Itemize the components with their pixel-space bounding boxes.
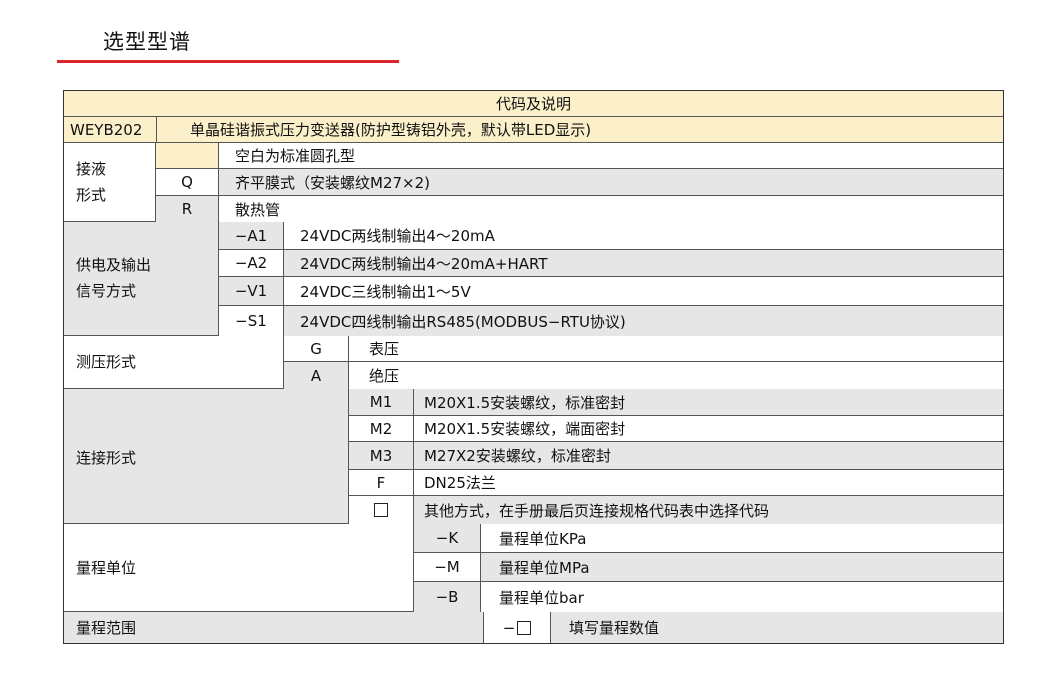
group-label-cell: 测压形式: [64, 336, 284, 388]
option-code: −A1: [219, 222, 283, 249]
group-wetted-type: 接液 形式 空白为标准圆孔型 Q 齐平膜式（安装螺纹M27×2) R 散热管: [64, 143, 1003, 222]
option-row: −V1 24VDC三线制输出1～5V: [219, 277, 1003, 306]
page-title: 选型型谱: [103, 30, 191, 54]
option-code: Q: [156, 169, 218, 195]
group-label-line: 供电及输出: [76, 256, 152, 274]
option-row: −S1 24VDC四线制输出RS485(MODBUS−RTU协议): [219, 306, 1003, 336]
group-connection-type: 连接形式 M1 M20X1.5安装螺纹，标准密封 M2 M20X1.5安装螺纹，…: [64, 389, 1003, 524]
group-label-line: 量程范围: [76, 619, 137, 637]
option-desc: 表压: [349, 336, 1003, 361]
group-pressure-type: 测压形式 G 表压 A 绝压: [64, 336, 1003, 389]
option-desc: 空白为标准圆孔型: [219, 143, 1003, 168]
option-code: −M: [414, 553, 480, 581]
option-code: R: [156, 196, 218, 222]
option-row: R 散热管: [156, 196, 1003, 222]
option-desc: 散热管: [219, 196, 1003, 222]
option-code: −V1: [219, 277, 283, 305]
option-desc: M20X1.5安装螺纹，标准密封: [414, 389, 1003, 415]
model-code: WEYB202: [70, 120, 143, 139]
option-row: F DN25法兰: [349, 470, 1003, 496]
option-code: A: [284, 362, 348, 389]
option-code: −B: [414, 582, 480, 612]
option-desc: 其他方式，在手册最后页连接规格代码表中选择代码: [414, 496, 1003, 524]
group-label-cell: 量程单位: [64, 524, 414, 611]
title-underline: [57, 60, 399, 63]
option-code: F: [349, 470, 413, 495]
group-label-cell: 供电及输出 信号方式: [64, 222, 219, 335]
option-desc: 填写量程数值: [551, 612, 1003, 643]
option-desc: M20X1.5安装螺纹，端面密封: [414, 416, 1003, 441]
group-label-line: 测压形式: [76, 353, 137, 371]
option-row: −M 量程单位MPa: [414, 553, 1003, 582]
option-row: M3 M27X2安装螺纹，标准密封: [349, 442, 1003, 470]
selection-code-table: 代码及说明 WEYB202 单晶硅谐振式压力变送器(防护型铸铝外壳，默认带LED…: [63, 90, 1004, 644]
table-header-row: 代码及说明: [64, 91, 1003, 117]
option-desc: 24VDC四线制输出RS485(MODBUS−RTU协议): [284, 306, 1003, 336]
option-code: −K: [414, 524, 480, 552]
group-range-unit: 量程单位 −K 量程单位KPa −M 量程单位MPa −B 量程单位bar: [64, 524, 1003, 612]
option-code: M2: [349, 416, 413, 441]
option-row: 空白为标准圆孔型: [156, 143, 1003, 169]
option-row: 其他方式，在手册最后页连接规格代码表中选择代码: [349, 496, 1003, 524]
option-desc: 齐平膜式（安装螺纹M27×2): [219, 169, 1003, 195]
group-label-line: 连接形式: [76, 449, 137, 467]
group-label-line: 量程单位: [76, 559, 137, 577]
group-power-output: 供电及输出 信号方式 −A1 24VDC两线制输出4～20mA −A2 24VD…: [64, 222, 1003, 336]
option-row: −A1 24VDC两线制输出4～20mA: [219, 222, 1003, 250]
option-row: −K 量程单位KPa: [414, 524, 1003, 553]
option-desc: DN25法兰: [414, 470, 1003, 495]
option-row: −A2 24VDC两线制输出4～20mA+HART: [219, 250, 1003, 277]
option-desc: M27X2安装螺纹，标准密封: [414, 442, 1003, 469]
option-desc: 24VDC两线制输出4～20mA+HART: [284, 250, 1003, 276]
group-label-line: 信号方式: [76, 282, 137, 300]
option-row: −B 量程单位bar: [414, 582, 1003, 612]
option-desc: 24VDC三线制输出1～5V: [284, 277, 1003, 305]
table-header-title: 代码及说明: [495, 95, 571, 113]
model-description: 单晶硅谐振式压力变送器(防护型铸铝外壳，默认带LED显示): [190, 121, 592, 139]
group-label-line: 形式: [76, 186, 107, 204]
group-label-cell: 连接形式: [64, 389, 349, 523]
group-label-line: 接液: [76, 160, 107, 178]
option-code: −A2: [219, 250, 283, 276]
range-prefix: −: [502, 618, 516, 637]
model-row: WEYB202 单晶硅谐振式压力变送器(防护型铸铝外壳，默认带LED显示): [64, 117, 1003, 143]
option-row: M1 M20X1.5安装螺纹，标准密封: [349, 389, 1003, 416]
group-label-cell: 接液 形式: [64, 143, 156, 221]
empty-box-icon: [374, 503, 388, 517]
option-code: M1: [349, 389, 413, 415]
option-desc: 量程单位MPa: [481, 553, 1003, 581]
option-code: [349, 496, 413, 524]
option-desc: 绝压: [349, 362, 1003, 389]
option-desc: 24VDC两线制输出4～20mA: [284, 222, 1003, 249]
group-range-value: 量程范围 − 填写量程数值: [64, 612, 1003, 643]
option-code: G: [284, 336, 348, 361]
empty-box-icon: [517, 620, 532, 635]
option-desc: 量程单位KPa: [481, 524, 1003, 552]
option-desc: 量程单位bar: [481, 582, 1003, 612]
option-code: [156, 143, 218, 168]
option-row: G 表压: [284, 336, 1003, 362]
option-code: −S1: [219, 306, 283, 336]
option-row: Q 齐平膜式（安装螺纹M27×2): [156, 169, 1003, 196]
option-code: M3: [349, 442, 413, 469]
option-code: −: [484, 612, 550, 643]
option-row: A 绝压: [284, 362, 1003, 389]
option-row: M2 M20X1.5安装螺纹，端面密封: [349, 416, 1003, 442]
